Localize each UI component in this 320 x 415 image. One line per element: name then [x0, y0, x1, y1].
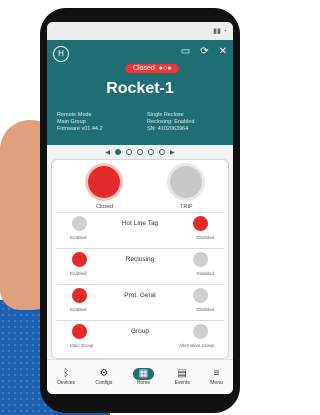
next-arrow-icon[interactable]: ▶: [170, 149, 175, 156]
nav-label: Menu: [210, 380, 223, 386]
battery-icon: ▭: [180, 46, 191, 57]
close-label: Closed: [96, 204, 114, 210]
close-button[interactable]: [88, 166, 120, 198]
header-toolbar: H ▭ ⟳ ✕: [53, 46, 227, 62]
nav-menu[interactable]: ≡ Menu: [210, 368, 223, 386]
nav-devices[interactable]: ᛒ Devices: [57, 368, 75, 386]
info-left: Remote Mode Main Group Firmware v01.44.2: [57, 112, 103, 133]
row-group: Group Main Group Alternative Group: [56, 320, 224, 351]
nav-events[interactable]: ▤ Events: [175, 368, 190, 386]
status-badge: Closed ●○●: [125, 64, 180, 73]
menu-icon: ≡: [213, 368, 220, 379]
info-line: Remote Mode: [57, 112, 92, 118]
nav-label: Configs: [95, 380, 113, 386]
toggle-icon: ●○●: [158, 65, 172, 72]
left-label: Enabled: [70, 307, 87, 312]
close-icon[interactable]: ✕: [219, 46, 227, 57]
nav-label: Devices: [57, 380, 75, 386]
left-label: Enabled: [70, 235, 87, 240]
page-dot[interactable]: [115, 149, 121, 155]
alternative-group-button[interactable]: [193, 324, 208, 339]
left-label: Enabled: [70, 271, 87, 276]
row-reclosing: Reclosing Enabled Disabled: [56, 248, 224, 279]
disable-button[interactable]: [193, 288, 208, 303]
device-title: Rocket-1: [106, 80, 174, 97]
page-dot[interactable]: [126, 149, 132, 155]
info-line: Single Reclose: [147, 112, 184, 118]
nav-label: Events: [174, 380, 190, 386]
page-dot[interactable]: [137, 149, 143, 155]
disable-button[interactable]: [193, 252, 208, 267]
calendar-icon: ▤: [177, 368, 187, 379]
row-hot-line-tag: Hot Line Tag Enabled Disabled: [56, 212, 224, 243]
pager: ◀ ▶: [47, 145, 233, 159]
nav-configs[interactable]: ⚙ Configs: [95, 368, 112, 386]
page-dot[interactable]: [159, 149, 165, 155]
nav-label: Home: [136, 380, 151, 386]
info-right: Single Reclose Reclosing: Enabled SN: 41…: [147, 112, 194, 133]
page-dot[interactable]: [148, 149, 154, 155]
control-card: Closed TRIP Hot Line Tag Enabled Disable…: [51, 159, 229, 359]
info-line: Main Group: [57, 119, 86, 125]
nav-home[interactable]: ▦ Home: [132, 368, 155, 386]
status-icons: ▮▮ ◔: [213, 28, 227, 35]
right-label: Alternative Group: [178, 343, 214, 348]
info-line: Reclosing: Enabled: [147, 119, 195, 125]
gear-icon: ⚙: [99, 368, 109, 379]
info-line: SN: 4102063964: [147, 126, 189, 132]
bottom-nav: ᛒ Devices ⚙ Configs ▦ Home ▤ Events ≡ Menu: [47, 359, 233, 394]
right-label: Disabled: [196, 271, 214, 276]
refresh-icon[interactable]: ⟳: [200, 46, 208, 57]
info-line: Firmware v01.44.2: [57, 126, 103, 132]
trip-label: TRIP: [180, 204, 193, 210]
app-screen: ▮▮ ◔ H ▭ ⟳ ✕ Closed ●○● Rocket-1 Remote …: [47, 22, 233, 394]
status-label: Closed: [133, 65, 155, 72]
trip-button[interactable]: [170, 166, 202, 198]
left-label: Main Group: [70, 343, 94, 348]
right-label: Disabled: [196, 307, 214, 312]
header-actions: ▭ ⟳ ✕: [181, 46, 227, 57]
right-label: Disabled: [196, 235, 214, 240]
bluetooth-icon: ᛒ: [63, 368, 70, 379]
prev-arrow-icon[interactable]: ◀: [105, 149, 110, 156]
grid-icon: ▦: [132, 368, 155, 380]
logo-icon: H: [53, 46, 69, 62]
row-prot-geral: Prot. Geral Enabled Disabled: [56, 284, 224, 315]
device-header: H ▭ ⟳ ✕ Closed ●○● Rocket-1 Remote Mode …: [47, 40, 233, 145]
status-bar: ▮▮ ◔: [47, 22, 233, 40]
disable-button[interactable]: [193, 216, 208, 231]
